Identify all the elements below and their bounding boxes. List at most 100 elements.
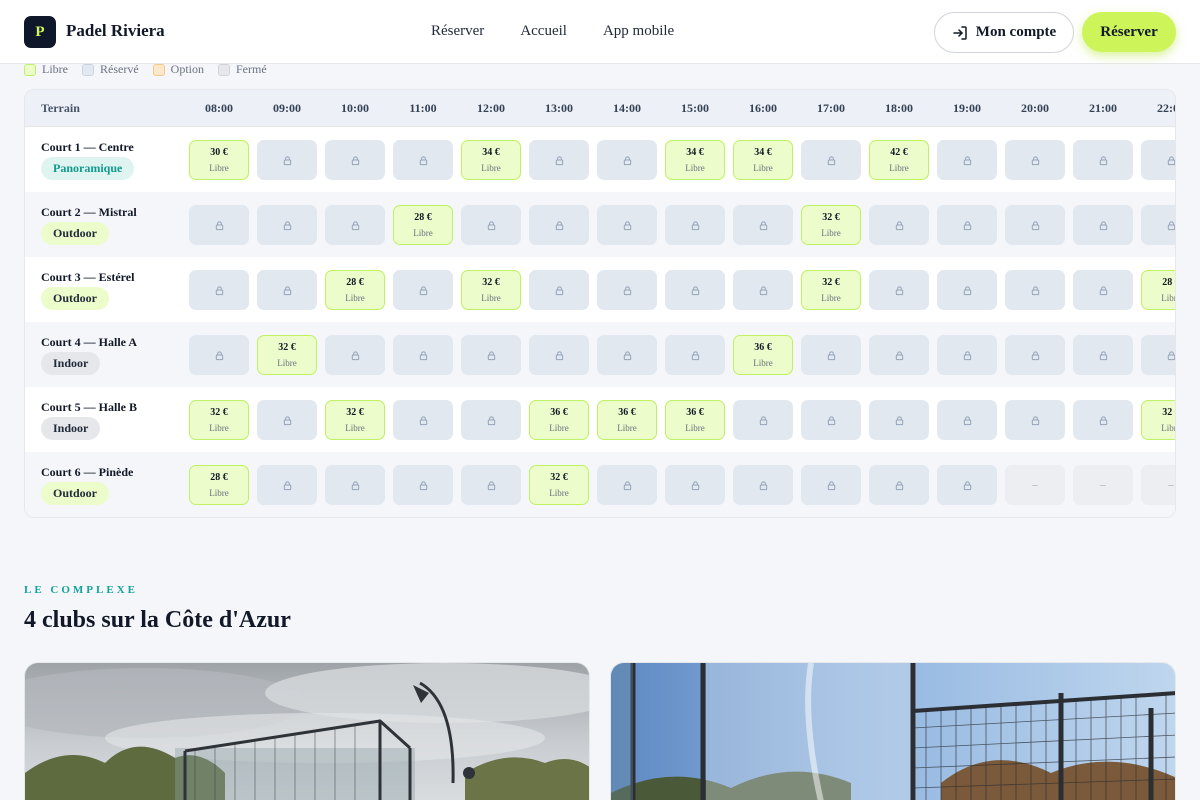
legend-label: Réservé <box>100 62 139 76</box>
slot-status: Libre <box>889 162 909 173</box>
slot-price: 32 € <box>822 211 840 223</box>
reserved-slot <box>597 270 657 310</box>
nav-app-mobile[interactable]: App mobile <box>603 23 674 40</box>
section-eyebrow: LE COMPLEXE <box>24 584 138 596</box>
free-slot[interactable]: 32 € Libre <box>257 335 317 375</box>
lock-icon <box>350 220 361 231</box>
free-slot[interactable]: 34 € Libre <box>733 140 793 180</box>
reserved-slot <box>937 400 997 440</box>
lock-icon <box>894 285 905 296</box>
time-header: 09:00 <box>273 101 301 115</box>
lock-icon <box>418 155 429 166</box>
account-button[interactable]: Mon compte <box>934 12 1074 53</box>
option-swatch <box>152 63 165 76</box>
free-slot[interactable]: 34 € Libre <box>461 140 521 180</box>
main-nav: Réserver Accueil App mobile <box>431 23 710 40</box>
availability-legend: Libre Réservé Option Fermé <box>24 62 267 77</box>
lock-icon <box>622 285 633 296</box>
reserved-slot <box>665 270 725 310</box>
free-slot[interactable]: 30 € Libre <box>189 140 249 180</box>
free-slot[interactable]: 32 € Libre <box>461 270 521 310</box>
free-slot[interactable]: 36 € Libre <box>529 400 589 440</box>
dash-icon: – <box>1168 479 1174 491</box>
slot-status: Libre <box>549 422 569 433</box>
time-header: 10:00 <box>341 101 369 115</box>
lock-icon <box>554 350 565 361</box>
reserved-slot <box>733 465 793 505</box>
free-slot[interactable]: 32 € Libre <box>1141 400 1175 440</box>
lock-icon <box>1098 350 1109 361</box>
free-slot[interactable]: 32 € Libre <box>189 400 249 440</box>
court-name: Court 3 — Estérel <box>41 270 135 284</box>
lock-icon <box>962 155 973 166</box>
logo[interactable]: P <box>24 16 56 48</box>
reserve-button[interactable]: Réserver <box>1082 12 1176 52</box>
lock-icon <box>690 220 701 231</box>
club-photo-1 <box>25 663 589 800</box>
free-slot[interactable]: 42 € Libre <box>869 140 929 180</box>
slot-status: Libre <box>821 292 841 303</box>
court-row: Court 1 — Centre Panoramique 30 € Libre 34 €… <box>25 127 1175 192</box>
free-slot[interactable]: 28 € Libre <box>1141 270 1175 310</box>
reserved-slot <box>257 205 317 245</box>
closed-slot: – <box>1141 465 1175 505</box>
court-type-badge: Outdoor <box>41 222 110 245</box>
free-slot[interactable]: 32 € Libre <box>801 270 861 310</box>
free-slot[interactable]: 32 € Libre <box>529 465 589 505</box>
reserved-slot <box>869 205 929 245</box>
free-slot[interactable]: 36 € Libre <box>665 400 725 440</box>
reserved-slot <box>937 140 997 180</box>
reserved-slot <box>733 400 793 440</box>
slot-price: 36 € <box>686 406 704 418</box>
lock-icon <box>1166 155 1176 166</box>
club-card-2[interactable] <box>610 662 1176 800</box>
free-slot[interactable]: 28 € Libre <box>189 465 249 505</box>
reserved-slot <box>869 465 929 505</box>
libre-swatch <box>24 63 36 76</box>
lock-icon <box>1030 415 1041 426</box>
lock-icon <box>1098 285 1109 296</box>
lock-icon <box>282 155 293 166</box>
free-slot[interactable]: 32 € Libre <box>801 205 861 245</box>
lock-icon <box>418 415 429 426</box>
reserved-slot <box>1141 205 1175 245</box>
reserved-slot <box>937 205 997 245</box>
slot-status: Libre <box>481 292 501 303</box>
court-name: Court 2 — Mistral <box>41 205 137 219</box>
free-slot[interactable]: 28 € Libre <box>393 205 453 245</box>
nav-accueil[interactable]: Accueil <box>520 23 567 40</box>
free-slot[interactable]: 36 € Libre <box>597 400 657 440</box>
nav-reserver[interactable]: Réserver <box>431 23 484 40</box>
court-type-badge: Outdoor <box>41 482 110 505</box>
legend-label: Option <box>170 62 204 76</box>
reserved-slot <box>1141 140 1176 180</box>
reserved-slot <box>257 465 317 505</box>
lock-icon <box>894 220 905 231</box>
lock-icon <box>894 480 905 491</box>
slot-price: 32 € <box>822 276 840 288</box>
slot-price: 34 € <box>482 146 500 158</box>
brand-name[interactable]: Padel Riviera <box>66 21 165 41</box>
section-title: 4 clubs sur la Côte d'Azur <box>24 607 291 633</box>
closed-slot: – <box>1073 465 1133 505</box>
lock-icon <box>486 415 497 426</box>
reserved-slot <box>461 465 521 505</box>
time-header: 12:00 <box>477 101 505 115</box>
reserved-slot <box>529 335 589 375</box>
court-row: Court 6 — Pinède Outdoor 28 € Libre 32 € Libr… <box>25 452 1175 517</box>
court-type-badge: Indoor <box>41 352 101 375</box>
reserved-slot <box>189 335 249 375</box>
free-slot[interactable]: 32 € Libre <box>325 400 385 440</box>
free-slot[interactable]: 34 € Libre <box>665 140 725 180</box>
free-slot[interactable]: 36 € Libre <box>733 335 793 375</box>
reserved-slot <box>1005 400 1065 440</box>
court-row: Court 5 — Halle B Indoor 32 € Libre 32 € Libr… <box>25 387 1175 452</box>
slot-status: Libre <box>685 422 705 433</box>
reserved-slot <box>665 205 725 245</box>
reserved-slot <box>869 270 929 310</box>
free-slot[interactable]: 28 € Libre <box>325 270 385 310</box>
lock-icon <box>282 415 293 426</box>
slot-status: Libre <box>209 422 229 433</box>
club-card-1[interactable] <box>24 662 590 800</box>
slot-price: 34 € <box>754 146 772 158</box>
